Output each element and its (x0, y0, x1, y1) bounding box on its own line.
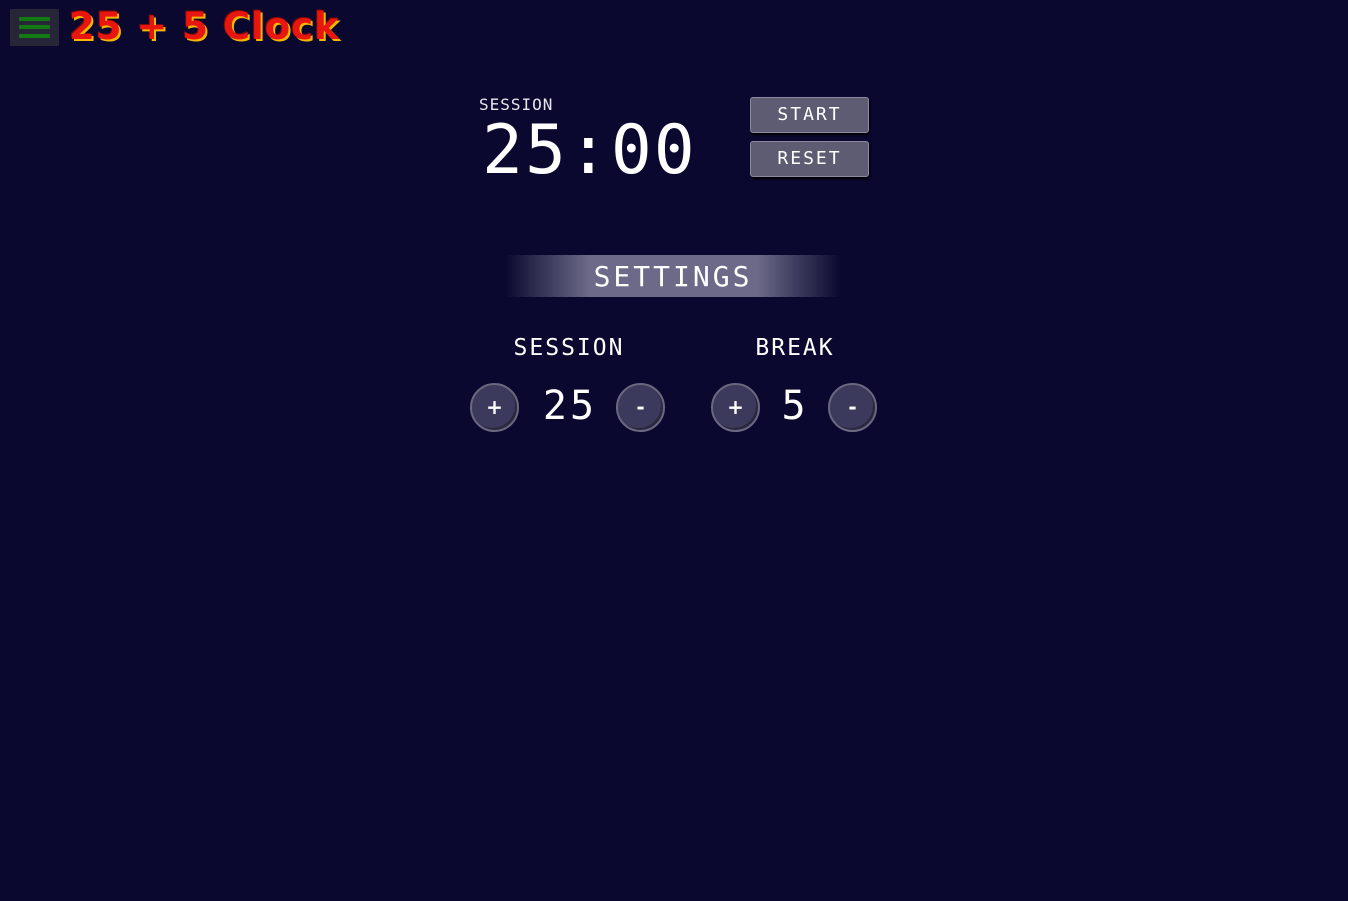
menu-bar-line (19, 25, 50, 29)
timer-display: 25:00 (482, 111, 697, 190)
break-length-label: BREAK (755, 335, 835, 361)
break-decrement-button[interactable]: - (828, 383, 877, 432)
settings-header: SETTINGS (505, 255, 841, 297)
start-button[interactable]: START (750, 97, 869, 133)
menu-bar-line (19, 17, 50, 21)
app-title: 25 + 5 Clock (69, 5, 340, 48)
hamburger-menu-icon[interactable] (10, 9, 59, 46)
menu-bar-line (19, 34, 50, 38)
session-decrement-button[interactable]: - (616, 383, 665, 432)
top-bar: 25 + 5 Clock (0, 0, 1348, 56)
session-length-value: 25 (542, 383, 598, 429)
session-increment-button[interactable]: + (470, 383, 519, 432)
break-increment-button[interactable]: + (711, 383, 760, 432)
reset-button[interactable]: RESET (750, 141, 869, 177)
break-length-value: 5 (781, 383, 809, 429)
session-length-label: SESSION (513, 335, 625, 361)
